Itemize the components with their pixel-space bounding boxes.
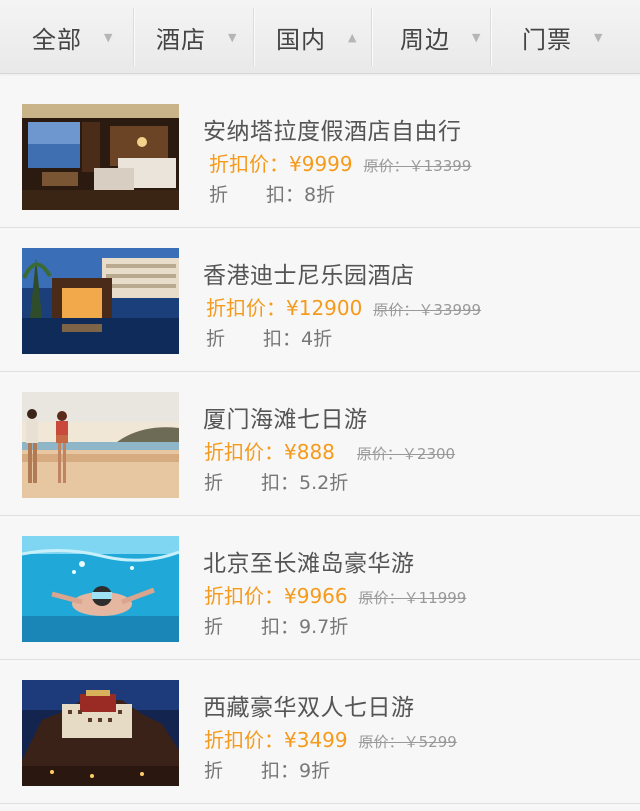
original-price: 原价：￥2300 <box>356 445 456 463</box>
product-title: 西藏豪华双人七日游 <box>203 695 415 721</box>
original-price: 原价：￥5299 <box>358 733 457 751</box>
discount-value: 扣：4折 <box>263 328 333 350</box>
discount-value: 扣：9折 <box>261 760 331 782</box>
product-item[interactable]: 香港迪士尼乐园酒店 折扣价：¥12900 原价：￥33999 折 扣：4折 <box>0 228 640 372</box>
caret-down-icon: ▼ <box>472 30 481 44</box>
product-title: 厦门海滩七日游 <box>203 407 368 433</box>
price-row: 折扣价：¥12900 原价：￥33999 <box>206 292 481 321</box>
discount-price: 折扣价：¥3499 <box>204 728 348 752</box>
filter-bar: 全部 ▼ 酒店 ▼ 国内 ▲ 周边 ▼ 门票 ▼ <box>0 0 640 74</box>
original-price: 原价：￥33999 <box>373 301 482 319</box>
tab-divider <box>133 8 134 66</box>
caret-up-icon: ▲ <box>348 30 357 44</box>
discount-rate: 折 扣：4折 <box>206 324 332 351</box>
caret-down-icon: ▼ <box>104 30 113 44</box>
caret-down-icon: ▼ <box>228 30 237 44</box>
tab-divider <box>490 8 491 66</box>
product-item[interactable]: 北京至长滩岛豪华游 折扣价：¥9966 原价：￥11999 折 扣：9.7折 <box>0 516 640 660</box>
product-item[interactable]: 西藏豪华双人七日游 折扣价：¥3499 原价：￥5299 折 扣：9折 <box>0 660 640 804</box>
tab-nearby[interactable]: 周边 ▼ <box>400 0 480 74</box>
tab-label: 全部 <box>32 25 82 54</box>
tab-all[interactable]: 全部 ▼ <box>32 0 112 74</box>
discount-rate: 折 扣：5.2折 <box>204 468 348 495</box>
tab-label: 门票 <box>522 25 572 54</box>
product-image-potala-palace <box>22 680 179 786</box>
tab-hotel[interactable]: 酒店 ▼ <box>156 0 236 74</box>
tab-label: 周边 <box>400 25 450 54</box>
product-list: 安纳塔拉度假酒店自由行 折扣价：¥9999 原价：￥13399 折 扣：8折 香港… <box>0 84 640 804</box>
caret-down-icon: ▼ <box>594 30 603 44</box>
discount-price: 折扣价：¥888 <box>204 440 335 464</box>
price-row: 折扣价：¥3499 原价：￥5299 <box>204 724 457 753</box>
tab-tickets[interactable]: 门票 ▼ <box>522 0 602 74</box>
product-item[interactable]: 厦门海滩七日游 折扣价：¥888 原价：￥2300 折 扣：5.2折 <box>0 372 640 516</box>
tab-label: 酒店 <box>156 25 206 54</box>
discount-value: 扣：9.7折 <box>261 616 349 638</box>
discount-prefix: 折 <box>204 760 224 782</box>
price-row: 折扣价：¥9999 原价：￥13399 <box>209 148 471 177</box>
original-price: 原价：￥11999 <box>358 589 467 607</box>
discount-prefix: 折 <box>204 472 224 494</box>
discount-prefix: 折 <box>206 328 226 350</box>
product-title: 北京至长滩岛豪华游 <box>203 551 415 577</box>
product-item[interactable]: 安纳塔拉度假酒店自由行 折扣价：¥9999 原价：￥13399 折 扣：8折 <box>0 84 640 228</box>
discount-value: 扣：5.2折 <box>261 472 349 494</box>
tab-domestic[interactable]: 国内 ▲ <box>276 0 356 74</box>
tab-divider <box>371 8 372 66</box>
product-image-hotel-room <box>22 104 179 210</box>
discount-price: 折扣价：¥9999 <box>209 152 353 176</box>
discount-price: 折扣价：¥12900 <box>206 296 363 320</box>
product-title: 安纳塔拉度假酒店自由行 <box>203 119 462 145</box>
discount-rate: 折 扣：9折 <box>204 756 330 783</box>
original-price: 原价：￥13399 <box>363 157 472 175</box>
discount-rate: 折 扣：9.7折 <box>204 612 348 639</box>
discount-value: 扣：8折 <box>266 184 336 206</box>
discount-price: 折扣价：¥9966 <box>204 584 348 608</box>
tab-divider <box>253 8 254 66</box>
tab-label: 国内 <box>276 25 326 54</box>
product-image-snorkeling <box>22 536 179 642</box>
discount-rate: 折 扣：8折 <box>209 180 335 207</box>
discount-prefix: 折 <box>209 184 229 206</box>
price-row: 折扣价：¥888 原价：￥2300 <box>204 436 455 465</box>
price-row: 折扣价：¥9966 原价：￥11999 <box>204 580 466 609</box>
product-image-hotel-pool <box>22 248 179 354</box>
discount-prefix: 折 <box>204 616 224 638</box>
product-title: 香港迪士尼乐园酒店 <box>203 263 415 289</box>
product-image-beach-couple <box>22 392 179 498</box>
